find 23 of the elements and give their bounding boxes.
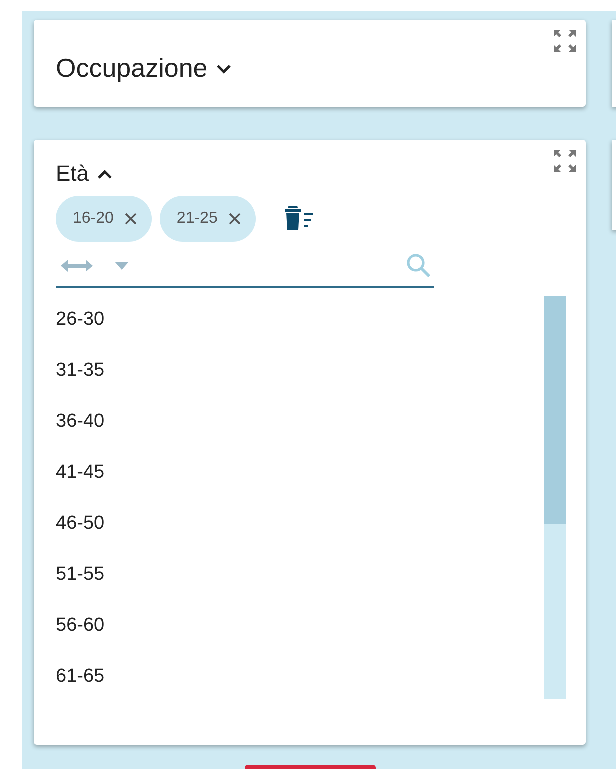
filter-chip[interactable]: 21-25 [160,196,256,242]
filter-chip[interactable]: 16-20 [56,196,152,242]
expand-icon[interactable] [552,28,578,54]
list-option[interactable]: 51-55 [56,563,544,614]
card-title[interactable]: Occupazione [56,49,208,88]
list-option[interactable]: 26-30 [56,308,544,359]
list-option[interactable]: 41-45 [56,461,544,512]
chip-label: 16-20 [73,209,114,229]
close-icon[interactable] [124,212,138,226]
list-option[interactable]: 36-40 [56,410,544,461]
chip-label: 21-25 [176,209,218,229]
list-option[interactable]: 61-65 [56,665,544,716]
expand-icon[interactable] [552,148,578,174]
list-option[interactable]: 56-60 [56,614,544,665]
close-icon[interactable] [228,212,242,226]
chevron-up-icon[interactable] [97,168,114,180]
list-option[interactable]: 46-50 [56,512,544,563]
card-title[interactable]: Età [56,157,90,190]
list-option[interactable]: 31-35 [56,359,544,410]
scrollbar[interactable] [544,296,566,699]
scrollbar-thumb[interactable] [544,296,566,524]
chevron-down-icon[interactable] [216,62,232,74]
trash-list-icon[interactable] [284,206,314,232]
